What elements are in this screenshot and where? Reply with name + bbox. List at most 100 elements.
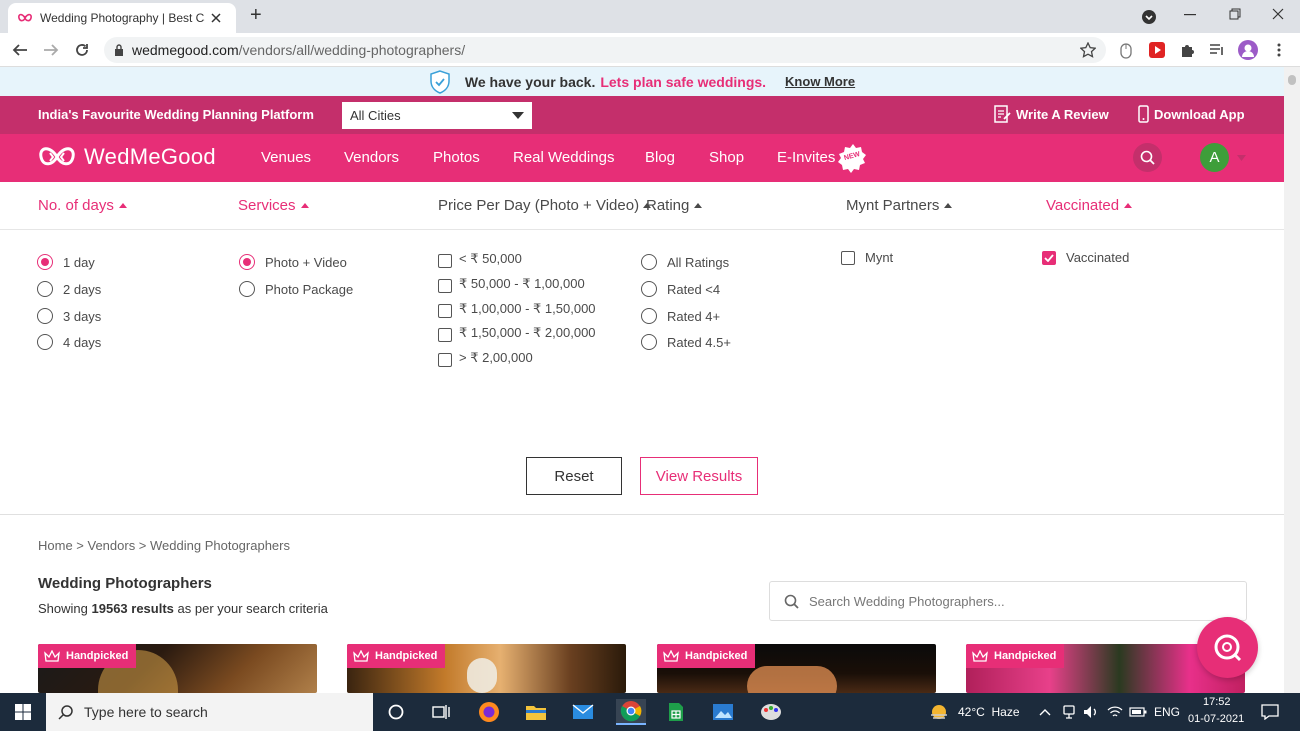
rating-option-4-plus[interactable]: Rated 4+ [641,308,720,324]
task-view-icon[interactable] [428,699,454,725]
new-tab-button[interactable]: + [250,4,262,27]
user-avatar[interactable]: A [1200,143,1229,172]
vendor-search-input[interactable] [809,593,1209,609]
scrollbar-thumb[interactable] [1288,75,1296,85]
days-option-4[interactable]: 4 days [37,334,101,350]
show-hidden-icons-chevron-icon[interactable] [1032,699,1058,725]
city-select[interactable]: All Cities [342,102,532,129]
filter-header-vaccinated[interactable]: Vaccinated [1046,197,1133,214]
services-option-photo-package[interactable]: Photo Package [239,281,353,297]
language-indicator[interactable]: ENG [1154,705,1180,719]
services-option-photo-video[interactable]: Photo + Video [239,254,347,270]
vendor-card[interactable]: Handpicked [38,644,317,693]
nav-search-button[interactable] [1133,143,1162,172]
avatar-chevron-down-icon[interactable] [1237,155,1246,161]
radio-unselected[interactable] [641,308,657,324]
rating-option-4-5-plus[interactable]: Rated 4.5+ [641,334,731,350]
radio-unselected[interactable] [37,308,53,324]
profile-icon[interactable] [1238,40,1258,60]
radio-unselected[interactable] [37,334,53,350]
mail-icon[interactable] [570,699,596,725]
nav-e-invites[interactable]: E-Invites [777,149,835,166]
close-tab-icon[interactable] [211,13,221,23]
breadcrumb[interactable]: Home > Vendors > Wedding Photographers [38,538,290,553]
paint-icon[interactable] [758,699,784,725]
price-option-4[interactable]: ₹ 1,50,000 - ₹ 2,00,000 [438,324,596,342]
vendor-card[interactable]: Handpicked [657,644,936,693]
radio-selected[interactable] [239,254,255,270]
radio-unselected[interactable] [641,254,657,270]
tab-search-icon[interactable] [1141,9,1157,25]
browser-menu-icon[interactable] [1277,43,1281,57]
reset-button[interactable]: Reset [526,457,622,495]
nav-venues[interactable]: Venues [261,149,311,166]
windows-start-icon[interactable] [10,699,36,725]
chat-support-button[interactable] [1197,617,1258,678]
radio-selected[interactable] [37,254,53,270]
reading-list-icon[interactable] [1209,43,1225,57]
rating-option-below-4[interactable]: Rated <4 [641,281,720,297]
filter-header-price[interactable]: Price Per Day (Photo + Video) [438,197,652,214]
address-bar[interactable]: wedmegood.com/vendors/all/wedding-photog… [104,37,1106,63]
nav-photos[interactable]: Photos [433,149,480,166]
mynt-option[interactable]: Mynt [841,250,893,265]
days-option-2[interactable]: 2 days [37,281,101,297]
firefox-icon[interactable] [476,699,502,725]
clock-time[interactable]: 17:52 [1203,696,1231,708]
chrome-icon[interactable] [616,699,646,725]
back-icon[interactable] [12,42,28,58]
filter-header-days[interactable]: No. of days [38,197,127,214]
battery-icon[interactable] [1125,699,1151,725]
price-option-1[interactable]: < ₹ 50,000 [438,250,522,268]
radio-unselected[interactable] [37,281,53,297]
price-option-3[interactable]: ₹ 1,00,000 - ₹ 1,50,000 [438,300,596,318]
vendor-card[interactable]: Handpicked [347,644,626,693]
bookmark-star-icon[interactable] [1080,42,1096,58]
reload-icon[interactable] [74,42,90,58]
days-option-3[interactable]: 3 days [37,308,101,324]
mouse-extension-icon[interactable] [1120,43,1132,59]
write-review-link[interactable]: Write A Review [994,105,1109,123]
checkbox-unchecked[interactable] [438,328,452,342]
view-results-button[interactable]: View Results [640,457,758,495]
forward-icon[interactable] [43,42,59,58]
weather-icon[interactable] [926,699,952,725]
close-window-icon[interactable] [1272,8,1284,20]
download-app-link[interactable]: Download App [1138,105,1245,123]
checkbox-unchecked[interactable] [438,353,452,367]
price-option-2[interactable]: ₹ 50,000 - ₹ 1,00,000 [438,275,585,293]
page-scrollbar[interactable] [1284,67,1300,693]
checkbox-checked[interactable] [1042,251,1056,265]
sheets-icon[interactable] [663,699,689,725]
filter-header-services[interactable]: Services [238,197,309,214]
taskbar-search-box[interactable]: Type here to search [46,693,373,731]
checkbox-unchecked[interactable] [438,304,452,318]
nav-vendors[interactable]: Vendors [344,149,399,166]
filter-header-rating[interactable]: Rating [646,197,703,214]
photos-icon[interactable] [710,699,736,725]
nav-shop[interactable]: Shop [709,149,744,166]
filter-header-mynt[interactable]: Mynt Partners [846,197,953,214]
minimize-icon[interactable] [1184,14,1196,16]
notifications-icon[interactable] [1257,699,1283,725]
file-explorer-icon[interactable] [523,699,549,725]
video-extension-icon[interactable] [1149,42,1165,58]
nav-real-weddings[interactable]: Real Weddings [513,149,614,166]
nav-blog[interactable]: Blog [645,149,675,166]
checkbox-unchecked[interactable] [841,251,855,265]
clock-date[interactable]: 01-07-2021 [1188,713,1244,725]
checkbox-unchecked[interactable] [438,279,452,293]
vendor-search-box[interactable] [769,581,1247,621]
cortana-icon[interactable] [383,699,409,725]
browser-tab[interactable]: Wedding Photography | Best Ca [8,3,236,33]
vaccinated-option[interactable]: Vaccinated [1042,250,1129,265]
radio-unselected[interactable] [641,334,657,350]
rating-option-all[interactable]: All Ratings [641,254,729,270]
wedmegood-logo[interactable]: WedMeGood [38,143,216,171]
know-more-link[interactable]: Know More [785,74,855,89]
days-option-1[interactable]: 1 day [37,254,95,270]
restore-icon[interactable] [1229,8,1241,20]
radio-unselected[interactable] [641,281,657,297]
price-option-5[interactable]: > ₹ 2,00,000 [438,349,533,367]
radio-unselected[interactable] [239,281,255,297]
